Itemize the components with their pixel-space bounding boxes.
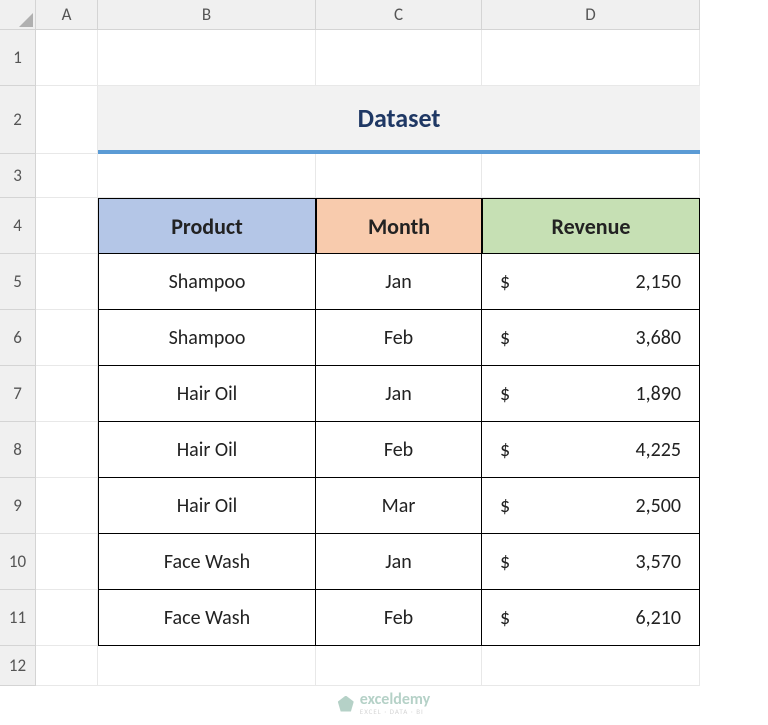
table-row[interactable]: $ 2,500 <box>482 478 700 534</box>
revenue-value: 3,680 <box>635 326 681 350</box>
table-row[interactable]: Face Wash <box>98 590 316 646</box>
row-header-11[interactable]: 11 <box>0 590 36 646</box>
table-row[interactable]: $ 3,570 <box>482 534 700 590</box>
cell-c1[interactable] <box>316 30 482 86</box>
cell-b12[interactable] <box>98 646 316 686</box>
row-header-9[interactable]: 9 <box>0 478 36 534</box>
table-row[interactable]: $ 3,680 <box>482 310 700 366</box>
revenue-value: 2,500 <box>635 494 681 518</box>
cell-a8[interactable] <box>36 422 98 478</box>
cell-a11[interactable] <box>36 590 98 646</box>
table-row[interactable]: Hair Oil <box>98 422 316 478</box>
col-header-d[interactable]: D <box>482 0 700 30</box>
row-header-2[interactable]: 2 <box>0 86 36 154</box>
spreadsheet-grid: A B C D 1 2 Dataset 3 4 Product Month Re… <box>0 0 768 686</box>
row-header-7[interactable]: 7 <box>0 366 36 422</box>
cell-b3[interactable] <box>98 154 316 198</box>
table-row[interactable]: Shampoo <box>98 254 316 310</box>
table-row[interactable]: Feb <box>316 422 482 478</box>
currency-symbol: $ <box>500 382 510 406</box>
table-row[interactable]: Face Wash <box>98 534 316 590</box>
table-header-revenue[interactable]: Revenue <box>482 198 700 254</box>
table-header-month[interactable]: Month <box>316 198 482 254</box>
dataset-title[interactable]: Dataset <box>98 86 700 154</box>
table-row[interactable]: Hair Oil <box>98 478 316 534</box>
cell-a3[interactable] <box>36 154 98 198</box>
col-header-a[interactable]: A <box>36 0 98 30</box>
watermark: exceldemy EXCEL · DATA · BI <box>338 692 430 715</box>
cell-c12[interactable] <box>316 646 482 686</box>
row-header-6[interactable]: 6 <box>0 310 36 366</box>
row-header-5[interactable]: 5 <box>0 254 36 310</box>
row-header-4[interactable]: 4 <box>0 198 36 254</box>
table-row[interactable]: Feb <box>316 310 482 366</box>
table-row[interactable]: Mar <box>316 478 482 534</box>
select-all-corner[interactable] <box>0 0 36 30</box>
currency-symbol: $ <box>500 606 510 630</box>
cell-a10[interactable] <box>36 534 98 590</box>
cell-c3[interactable] <box>316 154 482 198</box>
table-row[interactable]: Shampoo <box>98 310 316 366</box>
table-row[interactable]: Jan <box>316 534 482 590</box>
table-row[interactable]: $ 1,890 <box>482 366 700 422</box>
exceldemy-logo-icon <box>338 696 354 712</box>
revenue-value: 1,890 <box>635 382 681 406</box>
cell-b1[interactable] <box>98 30 316 86</box>
revenue-value: 3,570 <box>635 550 681 574</box>
cell-d1[interactable] <box>482 30 700 86</box>
col-header-b[interactable]: B <box>98 0 316 30</box>
revenue-value: 6,210 <box>635 606 681 630</box>
cell-a6[interactable] <box>36 310 98 366</box>
watermark-main: exceldemy <box>360 692 430 708</box>
cell-a12[interactable] <box>36 646 98 686</box>
table-row[interactable]: Feb <box>316 590 482 646</box>
cell-a4[interactable] <box>36 198 98 254</box>
cell-a1[interactable] <box>36 30 98 86</box>
currency-symbol: $ <box>500 494 510 518</box>
cell-a2[interactable] <box>36 86 98 154</box>
row-header-1[interactable]: 1 <box>0 30 36 86</box>
currency-symbol: $ <box>500 438 510 462</box>
watermark-sub: EXCEL · DATA · BI <box>360 708 430 715</box>
table-row[interactable]: Jan <box>316 366 482 422</box>
cell-a9[interactable] <box>36 478 98 534</box>
row-header-3[interactable]: 3 <box>0 154 36 198</box>
cell-a5[interactable] <box>36 254 98 310</box>
revenue-value: 2,150 <box>635 270 681 294</box>
cell-a7[interactable] <box>36 366 98 422</box>
table-row[interactable]: $ 2,150 <box>482 254 700 310</box>
currency-symbol: $ <box>500 326 510 350</box>
table-row[interactable]: $ 4,225 <box>482 422 700 478</box>
currency-symbol: $ <box>500 550 510 574</box>
cell-d12[interactable] <box>482 646 700 686</box>
revenue-value: 4,225 <box>635 438 681 462</box>
table-row[interactable]: $ 6,210 <box>482 590 700 646</box>
table-row[interactable]: Hair Oil <box>98 366 316 422</box>
cell-d3[interactable] <box>482 154 700 198</box>
row-header-12[interactable]: 12 <box>0 646 36 686</box>
row-header-10[interactable]: 10 <box>0 534 36 590</box>
row-header-8[interactable]: 8 <box>0 422 36 478</box>
col-header-c[interactable]: C <box>316 0 482 30</box>
table-header-product[interactable]: Product <box>98 198 316 254</box>
table-row[interactable]: Jan <box>316 254 482 310</box>
currency-symbol: $ <box>500 270 510 294</box>
